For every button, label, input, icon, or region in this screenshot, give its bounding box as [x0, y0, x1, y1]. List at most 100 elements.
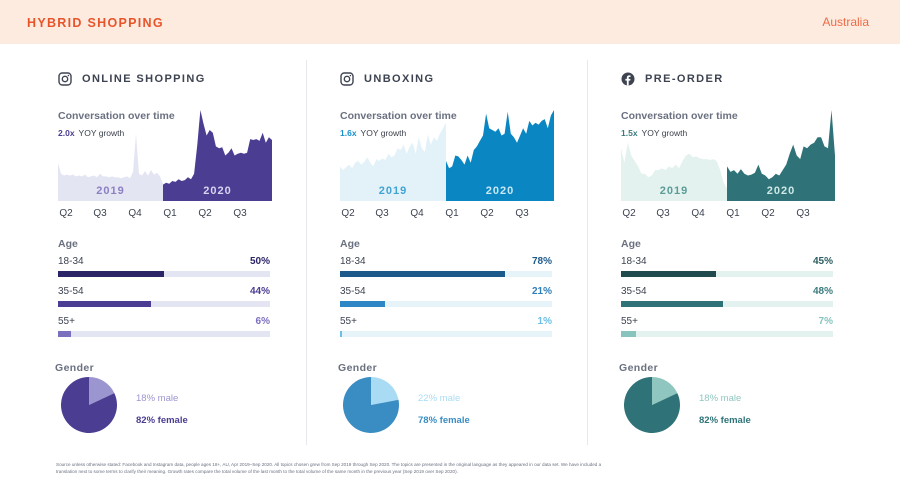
report-title: HYBRID SHOPPING — [27, 16, 164, 30]
x-tick-label: Q2 — [59, 208, 73, 219]
year-label-2019: 2019 — [379, 185, 407, 197]
x-tick-label: Q3 — [93, 208, 107, 219]
age-bar-track — [58, 331, 270, 337]
x-tick-label: Q2 — [198, 208, 212, 219]
age-bar-fill — [340, 301, 385, 307]
yoy-label: YOY growth — [360, 128, 407, 138]
topic-header: ONLINE SHOPPING — [58, 72, 206, 86]
topic-header: PRE-ORDER — [621, 72, 724, 86]
yoy-multiplier: 1.6x — [340, 128, 357, 138]
topic-column-online-shopping: ONLINE SHOPPING 2019 2020 Conversation ov… — [55, 44, 298, 454]
x-tick-label: Q3 — [375, 208, 389, 219]
gender-pie-chart — [342, 377, 399, 433]
age-group-percent: 7% — [818, 316, 833, 327]
conversation-area-chart: 2019 2020 — [340, 110, 554, 201]
age-group-percent: 44% — [249, 286, 270, 297]
age-group-percent: 48% — [812, 286, 833, 297]
region-label: Australia — [822, 15, 869, 29]
topic-column-unboxing: UNBOXING 2019 2020 Conversation over time… — [338, 44, 580, 454]
age-title: Age — [621, 238, 641, 250]
age-bar-track — [58, 271, 270, 277]
age-bar-fill — [621, 331, 636, 337]
age-bar-fill — [58, 271, 164, 277]
female-percent-label: 82% female — [699, 415, 751, 426]
topic-title: PRE-ORDER — [645, 73, 724, 85]
age-group-label: 55+ — [58, 316, 75, 327]
age-row: 18-34 78% — [340, 256, 552, 278]
yoy-label: YOY growth — [78, 128, 125, 138]
age-row: 18-34 50% — [58, 256, 270, 278]
x-tick-label: Q3 — [656, 208, 670, 219]
yoy-multiplier: 1.5x — [621, 128, 638, 138]
x-tick-label: Q4 — [410, 208, 424, 219]
instagram-icon — [58, 72, 72, 86]
x-tick-label: Q3 — [796, 208, 810, 219]
age-group-label: 55+ — [621, 316, 638, 327]
x-axis-ticks: Q2 Q3 Q4 Q1 Q2 Q3 — [621, 208, 835, 220]
yoy-growth: 1.6x YOY growth — [340, 128, 406, 138]
yoy-growth: 2.0x YOY growth — [58, 128, 124, 138]
age-group-label: 35-54 — [621, 286, 647, 297]
age-row: 35-54 21% — [340, 286, 552, 308]
age-group-label: 18-34 — [340, 256, 366, 267]
age-bar-fill — [621, 271, 717, 277]
age-bar-track — [340, 301, 552, 307]
x-tick-label: Q2 — [341, 208, 355, 219]
gender-pie-chart — [624, 377, 681, 433]
age-group-percent: 1% — [537, 316, 552, 327]
age-group-percent: 50% — [249, 256, 270, 267]
conversation-title: Conversation over time — [58, 110, 175, 122]
gender-title: Gender — [619, 362, 659, 374]
age-row: 55+ 6% — [58, 316, 270, 338]
x-axis-ticks: Q2 Q3 Q4 Q1 Q2 Q3 — [58, 208, 272, 220]
x-tick-label: Q3 — [515, 208, 529, 219]
age-group-percent: 45% — [812, 256, 833, 267]
age-bar-fill — [340, 271, 506, 277]
x-tick-label: Q3 — [233, 208, 247, 219]
source-footnote: Source unless otherwise stated: Facebook… — [56, 462, 602, 474]
x-tick-label: Q2 — [761, 208, 775, 219]
conversation-title: Conversation over time — [340, 110, 457, 122]
age-bar-fill — [58, 331, 71, 337]
male-percent-label: 18% male — [136, 393, 179, 404]
year-label-2019: 2019 — [96, 185, 124, 197]
yoy-label: YOY growth — [641, 128, 688, 138]
gender-title: Gender — [55, 362, 95, 374]
age-title: Age — [340, 238, 360, 250]
age-bar-track — [621, 301, 833, 307]
year-label-2020: 2020 — [767, 185, 795, 197]
male-percent-label: 18% male — [699, 393, 742, 404]
x-axis-ticks: Q2 Q3 Q4 Q1 Q2 Q3 — [340, 208, 554, 220]
x-tick-label: Q4 — [128, 208, 142, 219]
age-row: 35-54 44% — [58, 286, 270, 308]
yoy-multiplier: 2.0x — [58, 128, 75, 138]
x-tick-label: Q1 — [726, 208, 740, 219]
facebook-icon — [621, 72, 635, 86]
age-bar-fill — [58, 301, 152, 307]
age-bar-track — [58, 301, 270, 307]
conversation-title: Conversation over time — [621, 110, 738, 122]
conversation-area-chart: 2019 2020 — [621, 110, 835, 201]
age-group-label: 35-54 — [340, 286, 366, 297]
age-group-label: 18-34 — [58, 256, 84, 267]
age-bar-track — [621, 271, 833, 277]
age-group-label: 35-54 — [58, 286, 84, 297]
gender-title: Gender — [338, 362, 378, 374]
age-bar-track — [340, 271, 552, 277]
header-bar: HYBRID SHOPPING Australia — [0, 0, 900, 44]
age-row: 18-34 45% — [621, 256, 833, 278]
age-bar-fill — [621, 301, 723, 307]
yoy-growth: 1.5x YOY growth — [621, 128, 687, 138]
column-divider — [587, 60, 588, 445]
age-group-label: 55+ — [340, 316, 357, 327]
age-row: 35-54 48% — [621, 286, 833, 308]
year-label-2020: 2020 — [486, 185, 514, 197]
year-label-2019: 2019 — [660, 185, 688, 197]
age-group-percent: 6% — [255, 316, 270, 327]
male-percent-label: 22% male — [418, 393, 461, 404]
age-group-percent: 78% — [531, 256, 552, 267]
topic-column-pre-order: PRE-ORDER 2019 2020 Conversation over tim… — [619, 44, 861, 454]
topic-title: ONLINE SHOPPING — [82, 73, 206, 85]
age-title: Age — [58, 238, 78, 250]
age-group-label: 18-34 — [621, 256, 647, 267]
